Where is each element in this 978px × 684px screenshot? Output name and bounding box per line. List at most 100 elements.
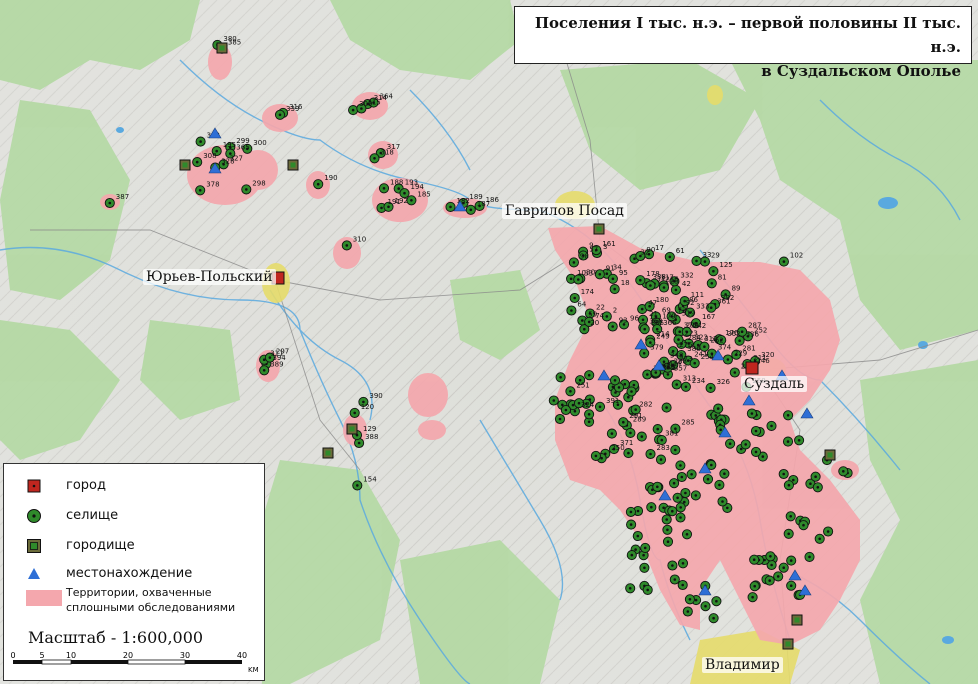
site-number-label: 326 (717, 378, 731, 386)
selishche-marker-dot (646, 373, 649, 376)
site-number-label: 98 (580, 252, 589, 260)
selishche-marker-dot (782, 566, 785, 569)
selishche-marker-dot (108, 201, 112, 205)
selishche-marker-dot (380, 206, 383, 210)
selishche-marker-dot (709, 306, 713, 310)
selishche-marker-dot (623, 382, 627, 386)
selishche-marker-dot (646, 588, 649, 592)
gorodishche-icon (27, 539, 41, 553)
selishche-marker-dot (577, 278, 580, 281)
selishche-marker-dot (245, 188, 248, 191)
selishche-marker-dot (573, 296, 576, 300)
selishche-marker-dot (569, 277, 573, 281)
site-number-label: 281 (742, 345, 755, 353)
selishche-marker-dot (718, 483, 721, 487)
selishche-marker-dot (656, 485, 659, 489)
selishche-marker-dot (714, 414, 717, 417)
selishche-marker-dot (351, 108, 355, 112)
selishche-marker-dot (694, 494, 698, 497)
selishche-marker-dot (684, 385, 688, 389)
site-number-label: 324 (581, 401, 595, 409)
site-number-label: 388 (365, 433, 378, 441)
selishche-marker-dot (613, 287, 616, 291)
selishche-marker-dot (671, 564, 674, 567)
site-number-label: 125 (719, 261, 732, 269)
selishche-marker-dot (634, 548, 637, 551)
selishche-marker-dot (643, 566, 646, 570)
selishche-marker-dot (683, 500, 686, 504)
selishche-marker-dot (345, 244, 349, 247)
selishche-marker-dot (678, 330, 681, 334)
legend-find-spot (26, 564, 42, 584)
selishche-marker-dot (709, 386, 712, 390)
site-number-label: 64 (577, 301, 586, 309)
site-number-label: 61 (676, 247, 685, 255)
selishche-marker-dot (665, 406, 668, 409)
legend: город селище городище местонахождение Те… (3, 463, 265, 681)
gorodishche-marker-core (794, 617, 800, 623)
scale-tick-0: 0 (10, 652, 15, 660)
selishche-marker-dot (787, 532, 790, 536)
gorodishche-marker-core (290, 162, 296, 168)
selishche-marker-dot (797, 439, 801, 442)
city-label-suzdal: Суздаль (741, 376, 808, 392)
selishche-marker-dot (643, 327, 646, 331)
site-number-label: 339 (286, 105, 299, 113)
site-number-label: 328 (221, 158, 234, 166)
site-number-label: 186 (486, 196, 500, 204)
selishche-marker-dot (629, 510, 633, 514)
selishche-marker-dot (630, 390, 633, 393)
selishche-marker-dot (761, 455, 765, 458)
map-title-line2: в Суздальском Ополье (761, 62, 961, 80)
selishche-marker-dot (710, 463, 713, 467)
site-number-label: 17 (655, 244, 664, 252)
site-number-label: 332 (680, 271, 693, 279)
selishche-marker-dot (649, 452, 652, 456)
selishche-marker-dot (316, 182, 320, 186)
selishche-marker-dot (712, 269, 715, 273)
site-number-label: 111 (691, 291, 704, 299)
selishche-marker-dot (649, 284, 652, 287)
selishche-marker-dot (786, 440, 790, 443)
survey-area-swatch (26, 590, 62, 606)
selishche-marker-dot (814, 475, 817, 479)
site-number-label: 380 (223, 35, 236, 43)
selishche-marker-dot (373, 157, 376, 160)
selishche-marker-dot (642, 352, 646, 355)
city-label-yuriev-polsky: Юрьев-Польский (143, 269, 276, 285)
selishche-marker-dot (754, 429, 758, 433)
site-number-label: 364 (380, 93, 394, 101)
selishche-marker-dot (628, 587, 632, 590)
find-spot-icon (28, 568, 40, 579)
selishche-icon (27, 509, 41, 523)
site-number-label: 315 (367, 99, 380, 107)
site-number-label: 195 (223, 141, 236, 149)
selishche-marker-dot (569, 390, 572, 393)
selishche-marker-dot (728, 442, 732, 446)
selishche-marker-dot (675, 383, 678, 386)
selishche-marker-dot (738, 339, 741, 343)
selishche-marker-dot (726, 506, 729, 510)
site-number-label: 73 (678, 306, 687, 314)
selishche-marker-dot (583, 327, 586, 331)
selishche-marker-dot (633, 257, 636, 261)
selishche-marker-dot (617, 386, 621, 389)
site-number-label: 361 (717, 298, 730, 306)
site-number-label: 273 (679, 355, 692, 363)
site-number-label: 120 (361, 403, 374, 411)
selishche-marker-dot (808, 555, 811, 559)
selishche-marker-dot (640, 307, 644, 311)
selishche-marker-dot (816, 486, 820, 489)
selishche-marker-dot (688, 598, 692, 601)
selishche-marker-dot (573, 409, 577, 413)
selishche-marker-dot (770, 563, 773, 567)
selishche-marker-dot (598, 273, 602, 276)
site-number-label: 291 (629, 412, 642, 420)
site-number-label: 374 (718, 344, 732, 352)
scale-tick-10: 10 (66, 652, 76, 660)
selishche-marker-dot (627, 451, 630, 455)
selishche-marker-dot (740, 330, 744, 334)
scale-tick-30: 30 (180, 652, 190, 660)
selishche-marker-dot (382, 187, 386, 190)
site-number-label: 379 (650, 343, 663, 351)
